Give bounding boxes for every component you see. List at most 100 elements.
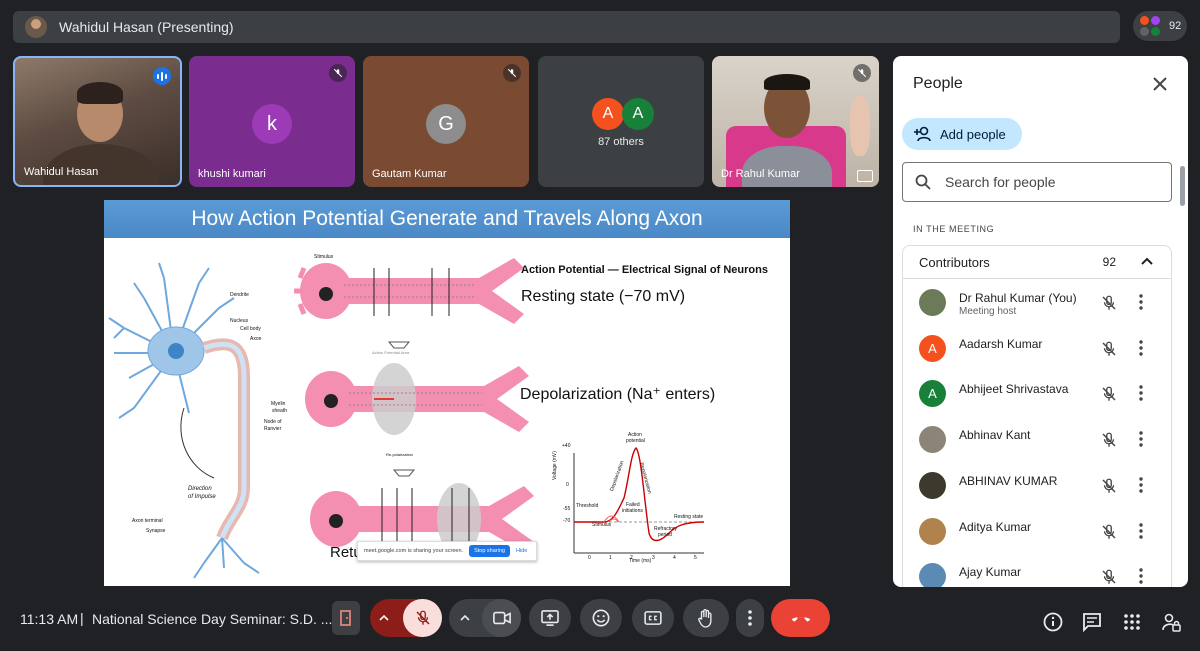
participant-row[interactable]: Aditya Kumar bbox=[903, 509, 1173, 555]
mic-options-button[interactable] bbox=[378, 611, 390, 629]
presenter-avatar bbox=[25, 16, 47, 38]
more-options-button[interactable] bbox=[736, 599, 764, 637]
mic-off-icon[interactable] bbox=[1100, 385, 1118, 408]
label-axon: Axon bbox=[250, 336, 262, 342]
tile-khushi[interactable]: k khushi kumari bbox=[189, 56, 355, 187]
label-dendrite: Dendrite bbox=[230, 292, 249, 298]
panel-scrollbar[interactable] bbox=[1180, 166, 1185, 206]
participant-row[interactable]: A Aadarsh Kumar bbox=[903, 326, 1173, 372]
tile-name: Wahidul Hasan bbox=[24, 166, 99, 178]
avatar bbox=[919, 426, 946, 454]
participant-row[interactable]: Ajay Kumar bbox=[903, 554, 1173, 587]
graph-initiations: initiations bbox=[622, 508, 643, 514]
people-search[interactable] bbox=[902, 162, 1172, 202]
mic-toggle-button[interactable] bbox=[403, 599, 442, 637]
participant-name: Aadarsh Kumar bbox=[959, 336, 1043, 351]
mic-off-icon bbox=[329, 64, 347, 82]
tile-gautam[interactable]: G Gautam Kumar bbox=[363, 56, 529, 187]
avatar bbox=[919, 471, 946, 499]
others-avatar-a: A bbox=[592, 98, 624, 130]
raise-hand-button[interactable] bbox=[683, 599, 729, 637]
slide-heading: Action Potential — Electrical Signal of … bbox=[521, 264, 768, 276]
participant-name: ABHINAV KUMAR bbox=[959, 473, 1058, 488]
close-panel-button[interactable] bbox=[1150, 74, 1170, 94]
participant-name: Ajay Kumar bbox=[959, 565, 1022, 580]
participant-row[interactable]: Abhinav Kant bbox=[903, 417, 1173, 463]
tile-others[interactable]: A A 87 others bbox=[538, 56, 704, 187]
captions-button[interactable] bbox=[632, 599, 674, 637]
more-vert-icon bbox=[748, 610, 752, 626]
participant-row[interactable]: A Abhijeet Shrivastava bbox=[903, 371, 1173, 417]
label-of-impulse: of Impulse bbox=[188, 494, 216, 500]
door-icon bbox=[340, 610, 351, 626]
participant-more-button[interactable] bbox=[1139, 294, 1143, 315]
hide-banner-link[interactable]: Hide bbox=[516, 548, 527, 554]
chevron-up-icon bbox=[460, 614, 470, 621]
tile-avatar: k bbox=[252, 104, 292, 144]
participant-name: Abhinav Kant bbox=[959, 428, 1031, 443]
mic-off-icon[interactable] bbox=[1100, 340, 1118, 363]
tile-name: Gautam Kumar bbox=[372, 168, 447, 180]
stop-sharing-button[interactable]: Stop sharing bbox=[469, 545, 510, 557]
hand-icon bbox=[698, 609, 712, 628]
graph-threshold: Threshold bbox=[576, 503, 599, 509]
companion-button[interactable] bbox=[332, 601, 360, 635]
tile-wahidul[interactable]: Wahidul Hasan bbox=[13, 56, 182, 187]
label-stimulus: Stimulus bbox=[314, 254, 334, 260]
host-controls-button[interactable] bbox=[1159, 610, 1183, 634]
mic-off-icon[interactable] bbox=[1100, 523, 1118, 546]
leave-call-button[interactable] bbox=[771, 599, 830, 637]
chevron-up-icon bbox=[1141, 257, 1153, 265]
label-node-of: Node of bbox=[264, 419, 282, 425]
camera-toggle-button[interactable] bbox=[482, 599, 521, 637]
reactions-button[interactable] bbox=[580, 599, 622, 637]
label-cell-body: Cell body bbox=[240, 326, 261, 332]
avatar bbox=[919, 289, 946, 316]
tile-name: Dr Rahul Kumar bbox=[721, 168, 800, 180]
bottom-bar: 11:13 AM | National Science Day Seminar:… bbox=[0, 595, 1200, 651]
mic-group bbox=[370, 599, 442, 637]
tile-more-icon[interactable] bbox=[857, 170, 873, 182]
graph-y-tick: -55 bbox=[563, 506, 571, 512]
tile-name: khushi kumari bbox=[198, 168, 266, 180]
label-sheath: sheath bbox=[272, 408, 288, 414]
label-myelin: Myelin bbox=[271, 401, 286, 407]
participant-more-button[interactable] bbox=[1139, 568, 1143, 587]
mic-off-icon[interactable] bbox=[1100, 568, 1118, 587]
participant-role: Meeting host bbox=[959, 306, 1017, 317]
avatar bbox=[919, 563, 946, 587]
label-nucleus: Nucleus bbox=[230, 318, 249, 324]
participant-row[interactable]: ABHINAV KUMAR bbox=[903, 463, 1173, 509]
label-ap-area: Action Potential Area bbox=[372, 350, 410, 355]
slide-depolarization: Depolarization (Na⁺ enters) bbox=[520, 386, 716, 403]
participant-more-button[interactable] bbox=[1139, 522, 1143, 544]
end-call-icon bbox=[791, 617, 810, 622]
search-input[interactable] bbox=[945, 174, 1145, 190]
presenting-bar[interactable]: Wahidul Hasan (Presenting) bbox=[13, 11, 1120, 43]
contributors-header[interactable]: Contributors 92 bbox=[903, 246, 1171, 279]
camera-options-button[interactable] bbox=[459, 611, 471, 629]
meeting-info-button[interactable] bbox=[1041, 610, 1065, 634]
contributors-label: Contributors bbox=[919, 254, 990, 270]
mic-off-icon[interactable] bbox=[1100, 294, 1118, 317]
participant-more-button[interactable] bbox=[1139, 431, 1143, 452]
participants-avatars-icon bbox=[1139, 15, 1161, 37]
captions-icon bbox=[644, 611, 662, 625]
participant-more-button[interactable] bbox=[1139, 385, 1143, 406]
model-skeleton bbox=[850, 96, 870, 156]
section-label: IN THE MEETING bbox=[913, 224, 995, 234]
present-button[interactable] bbox=[529, 599, 571, 637]
activities-button[interactable] bbox=[1120, 610, 1144, 634]
participant-row[interactable]: Dr Rahul Kumar (You) Meeting host bbox=[903, 280, 1173, 326]
participant-more-button[interactable] bbox=[1139, 339, 1143, 361]
tile-rahul[interactable]: Dr Rahul Kumar bbox=[712, 56, 879, 187]
add-people-button[interactable]: Add people bbox=[902, 118, 1022, 150]
mic-off-icon[interactable] bbox=[1100, 477, 1118, 500]
mic-off-icon[interactable] bbox=[1100, 431, 1118, 454]
participant-count-pill[interactable]: 92 bbox=[1133, 11, 1187, 41]
participant-more-button[interactable] bbox=[1139, 477, 1143, 498]
label-repolarization: Re-polarization bbox=[386, 452, 413, 457]
chat-button[interactable] bbox=[1080, 610, 1104, 634]
emoji-icon bbox=[592, 609, 610, 627]
avatar bbox=[919, 517, 946, 545]
